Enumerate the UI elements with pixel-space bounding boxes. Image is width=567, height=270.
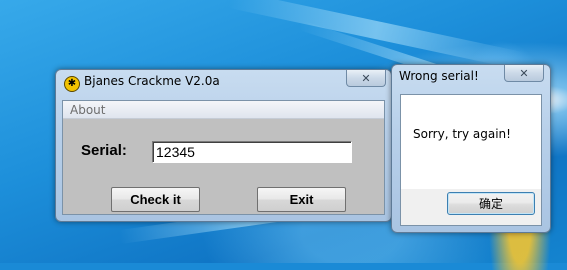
message-footer: 确定: [401, 189, 541, 225]
title-bar[interactable]: ✱ Bjanes Crackme V2.0a ✕: [56, 70, 391, 92]
message-text: Sorry, try again!: [413, 127, 511, 141]
check-it-button[interactable]: Check it: [111, 187, 200, 212]
message-box-window: Wrong serial! ✕ Sorry, try again! 确定: [391, 64, 551, 233]
serial-label: Serial:: [81, 142, 127, 159]
serial-input[interactable]: 12345: [152, 141, 352, 163]
message-body: Sorry, try again!: [401, 95, 541, 189]
window-title: Bjanes Crackme V2.0a: [84, 74, 220, 88]
message-client-area: Sorry, try again! 确定: [400, 94, 542, 226]
message-title: Wrong serial!: [399, 69, 479, 83]
close-button[interactable]: ✕: [346, 70, 386, 87]
crackme-window: ✱ Bjanes Crackme V2.0a ✕ About Serial: 1…: [55, 69, 392, 222]
app-icon: ✱: [64, 76, 80, 92]
client-area: About Serial: 12345 Check it Exit: [62, 100, 385, 215]
menu-item-about[interactable]: About: [70, 103, 105, 117]
message-close-button[interactable]: ✕: [504, 65, 544, 82]
close-icon: ✕: [361, 71, 371, 85]
exit-button[interactable]: Exit: [257, 187, 346, 212]
close-icon: ✕: [519, 66, 529, 80]
menu-bar: About: [63, 101, 384, 119]
ok-button[interactable]: 确定: [447, 192, 535, 215]
message-title-bar[interactable]: Wrong serial! ✕: [392, 65, 550, 87]
